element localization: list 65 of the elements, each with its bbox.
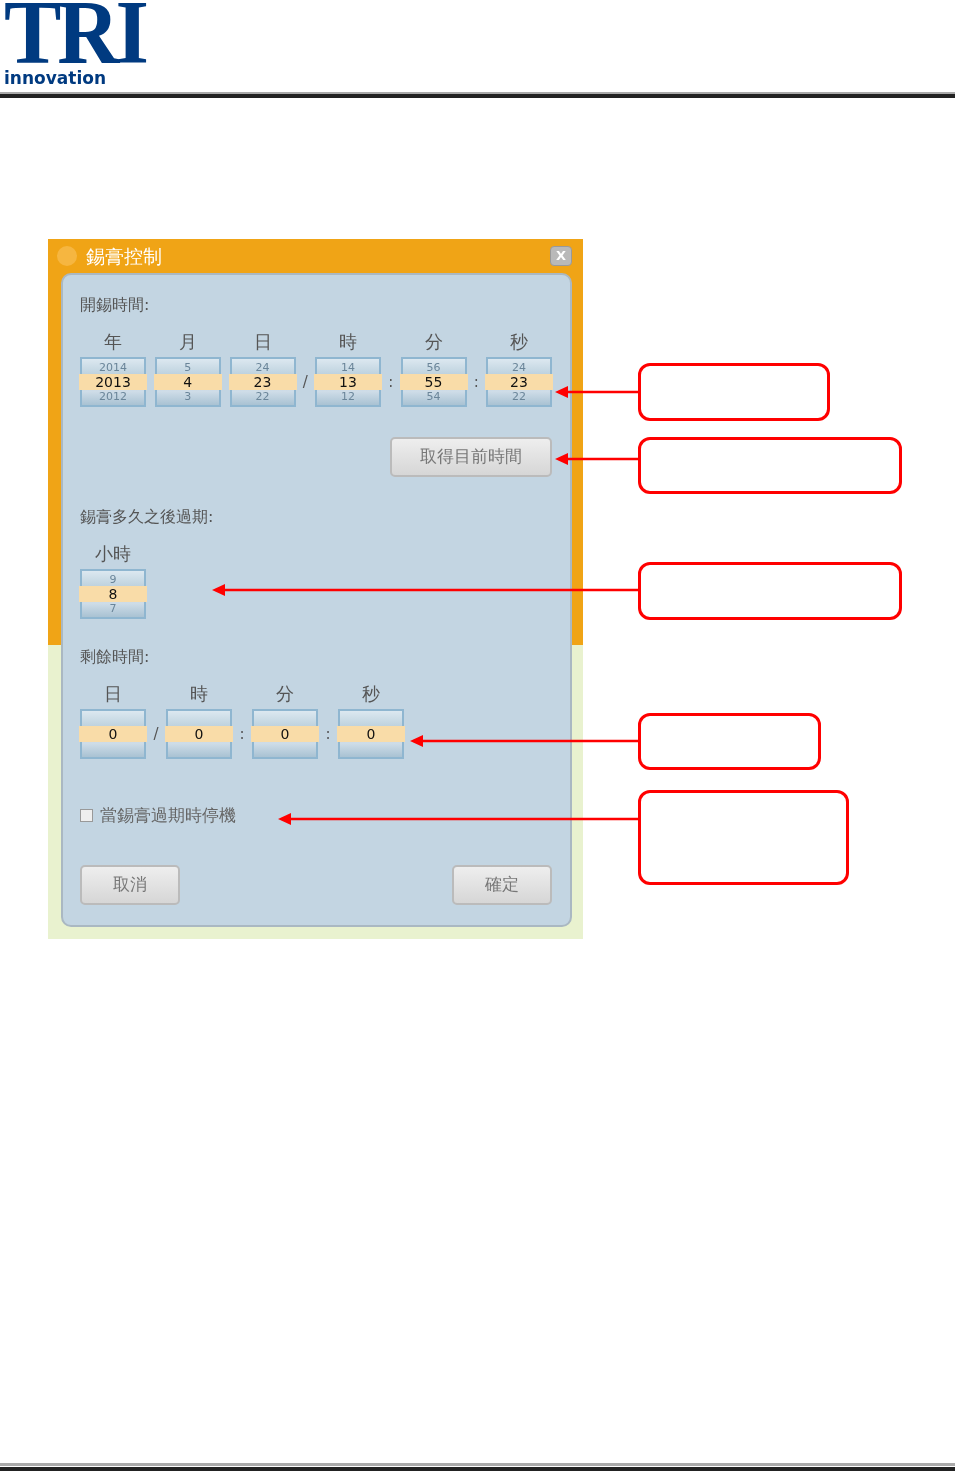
spinner-option: 5 [184,361,192,374]
window-title: 錫膏控制 [86,243,162,269]
number-spinner[interactable]: 24 23 22 [229,357,296,407]
spinner-value: 4 [153,374,222,390]
unit-label: 秒 [362,683,380,705]
number-spinner[interactable]: 24 23 22 [486,357,552,407]
number-spinner[interactable]: 5 4 3 [154,357,221,407]
spinner-value: 0 [165,726,233,742]
spinner-option: 56 [426,361,441,374]
unit-label: 日 [253,331,272,353]
spinner-option: 22 [512,390,526,403]
spinner-option: 9 [109,573,117,586]
number-spinner[interactable]: 56 55 54 [400,357,467,407]
separator: : [472,371,480,393]
checkbox[interactable] [80,809,93,823]
section-label: 剩餘時間: [80,646,150,668]
spinner-option: 3 [184,390,192,403]
spinner-option: 12 [341,390,355,403]
spinner-value: 2013 [79,374,147,390]
number-spinner[interactable]: 2014 2013 2012 [80,357,146,407]
logo-mark: TRI [4,0,145,68]
unit-label: 秒 [510,331,528,353]
section-label: 錫膏多久之後過期: [80,506,214,528]
spinner-value: 23 [485,374,553,390]
unit-label: 日 [104,683,122,705]
title-dot-icon [57,246,77,266]
spinner-value: 55 [399,374,468,390]
number-spinner[interactable]: 0 [80,709,146,759]
separator: : [324,723,332,745]
spinner-value: 0 [79,726,147,742]
unit-label: 小時 [95,543,131,565]
spinner-option: 14 [341,361,355,374]
number-spinner[interactable]: 14 13 12 [315,357,381,407]
number-spinner[interactable]: 0 [252,709,318,759]
spinner-value: 23 [228,374,297,390]
dialog-button[interactable]: 確定 [452,864,552,905]
unit-label: 分 [424,331,443,353]
spinner-value: 0 [251,726,319,742]
section-label: 開錫時間: [80,294,150,316]
unit-label: 時 [190,683,208,705]
separator: / [301,371,309,393]
spinner-option: 24 [512,361,526,374]
spinner-value: 8 [79,586,147,602]
checkbox-label: 當錫膏過期時停機 [100,804,236,827]
spinner-option: 22 [255,390,270,403]
number-spinner[interactable]: 0 [338,709,404,759]
spinner-option: 2012 [99,390,127,403]
spinner-option: 7 [109,602,117,615]
spinner-option: 2014 [99,361,127,374]
number-spinner[interactable]: 9 8 7 [80,569,146,619]
spinner-option: 24 [255,361,270,374]
spinner-value: 13 [314,374,382,390]
get-time-button[interactable]: 取得目前時間 [390,437,552,477]
unit-label: 年 [104,331,122,353]
logo-text: innovation [4,68,106,88]
spinner-option: 54 [426,390,441,403]
unit-label: 時 [339,331,357,353]
separator: : [387,371,395,393]
unit-label: 月 [178,331,197,353]
unit-label: 分 [276,683,294,705]
dialog-button[interactable]: 取消 [80,864,180,905]
spinner-value: 0 [337,726,405,742]
separator: : [238,723,246,745]
separator: / [152,723,160,745]
number-spinner[interactable]: 0 [166,709,232,759]
